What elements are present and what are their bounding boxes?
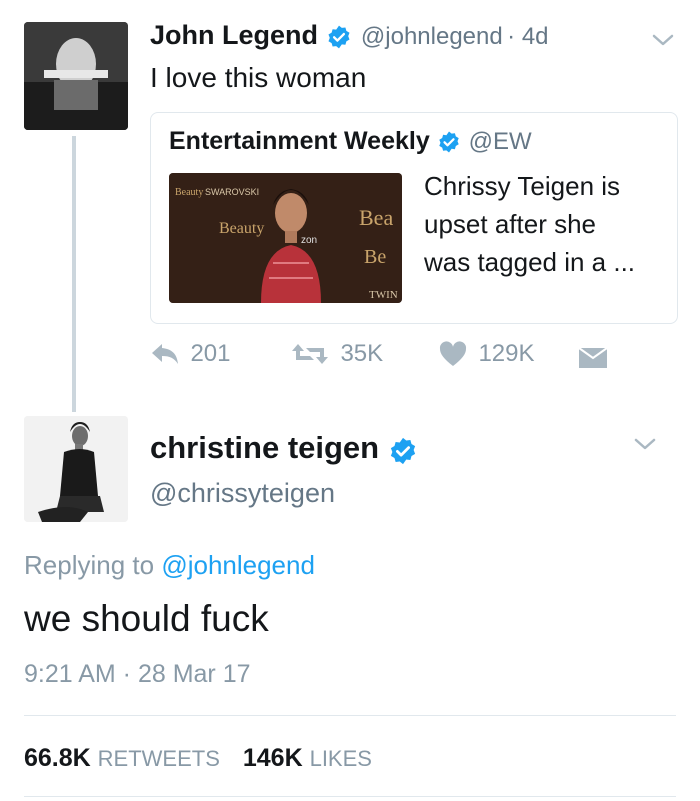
likes-count: 146K: [242, 744, 303, 772]
reply-button[interactable]: 201: [150, 340, 231, 368]
tweet2-text: we should fuck: [24, 598, 269, 639]
tweet1-text: I love this woman: [150, 62, 367, 93]
svg-text:Beauty: Beauty: [219, 220, 264, 237]
chevron-down-icon[interactable]: [632, 434, 658, 454]
quoted-tweet-text: Chrissy Teigen is upset after she was ta…: [424, 167, 635, 281]
retweet-count: 35K: [340, 340, 384, 367]
heart-icon: [439, 341, 467, 366]
like-button[interactable]: 129K: [438, 340, 535, 368]
christine-teigen-avatar[interactable]: [24, 416, 128, 522]
verified-badge-icon: [328, 25, 350, 49]
thread-connector-line: [72, 136, 76, 412]
like-count: 129K: [478, 340, 535, 367]
quoted-text-line-2: upset after she: [424, 209, 596, 239]
likes-label: LIKES: [309, 746, 372, 771]
replying-to-line: Replying to @johnlegend: [24, 550, 315, 581]
quoted-tweet-header: Entertainment Weekly @EW: [169, 127, 532, 156]
retweets-stat[interactable]: 66.8K RETWEETS: [24, 744, 227, 772]
tweet2-timestamp[interactable]: 9:21 AM · 28 Mar 17: [24, 660, 251, 689]
retweets-count: 66.8K: [24, 744, 91, 772]
quoted-author-name: Entertainment Weekly: [169, 127, 430, 155]
quoted-text-line-3: was tagged in a ...: [424, 247, 636, 277]
quoted-tweet-image[interactable]: Beauty SWAROVSKI Beauty Bea Be TWIN zon: [169, 173, 402, 303]
likes-stat[interactable]: 146K LIKES: [243, 744, 372, 772]
quoted-text-line-1: Chrissy Teigen is: [424, 171, 621, 201]
tweet1-author-name[interactable]: John Legend: [150, 20, 318, 50]
tweet1-header: John Legend @johnlegend · 4d: [150, 20, 549, 56]
svg-text:zon: zon: [301, 235, 317, 246]
tweet2-author-name[interactable]: christine teigen: [150, 430, 379, 465]
tweet1-action-bar: 201 35K 129K: [150, 340, 610, 376]
svg-text:Bea: Bea: [359, 205, 393, 230]
replying-to-handle-link[interactable]: @johnlegend: [161, 550, 315, 580]
reply-count: 201: [190, 340, 231, 367]
bottom-divider: [24, 796, 676, 797]
message-icon[interactable]: [578, 346, 608, 370]
svg-text:Be: Be: [364, 246, 386, 268]
retweet-button[interactable]: 35K: [290, 340, 383, 368]
john-legend-avatar[interactable]: [24, 22, 128, 130]
quoted-author-handle: @EW: [468, 128, 532, 155]
svg-text:Beauty: Beauty: [175, 187, 203, 198]
svg-text:SWAROVSKI: SWAROVSKI: [205, 187, 259, 197]
tweet2-author-handle[interactable]: @chrissyteigen: [150, 478, 335, 509]
verified-badge-icon: [390, 437, 415, 464]
chevron-down-icon[interactable]: [650, 30, 676, 50]
tweet1-time: · 4d: [507, 23, 549, 50]
tweet1-author-handle[interactable]: @johnlegend: [361, 23, 503, 50]
svg-text:TWIN: TWIN: [369, 289, 398, 301]
retweets-label: RETWEETS: [97, 746, 220, 771]
replying-to-label: Replying to: [24, 550, 155, 580]
retweet-icon: [292, 344, 328, 364]
tweet2-stats: 66.8K RETWEETS 146K LIKES: [24, 744, 372, 773]
tweet2-author-block[interactable]: christine teigen: [150, 430, 418, 466]
verified-badge-icon: [439, 131, 459, 153]
reply-icon: [152, 344, 178, 364]
divider: [24, 715, 676, 716]
quoted-tweet-card[interactable]: Entertainment Weekly @EW Beauty SWAROVSK…: [150, 112, 678, 324]
